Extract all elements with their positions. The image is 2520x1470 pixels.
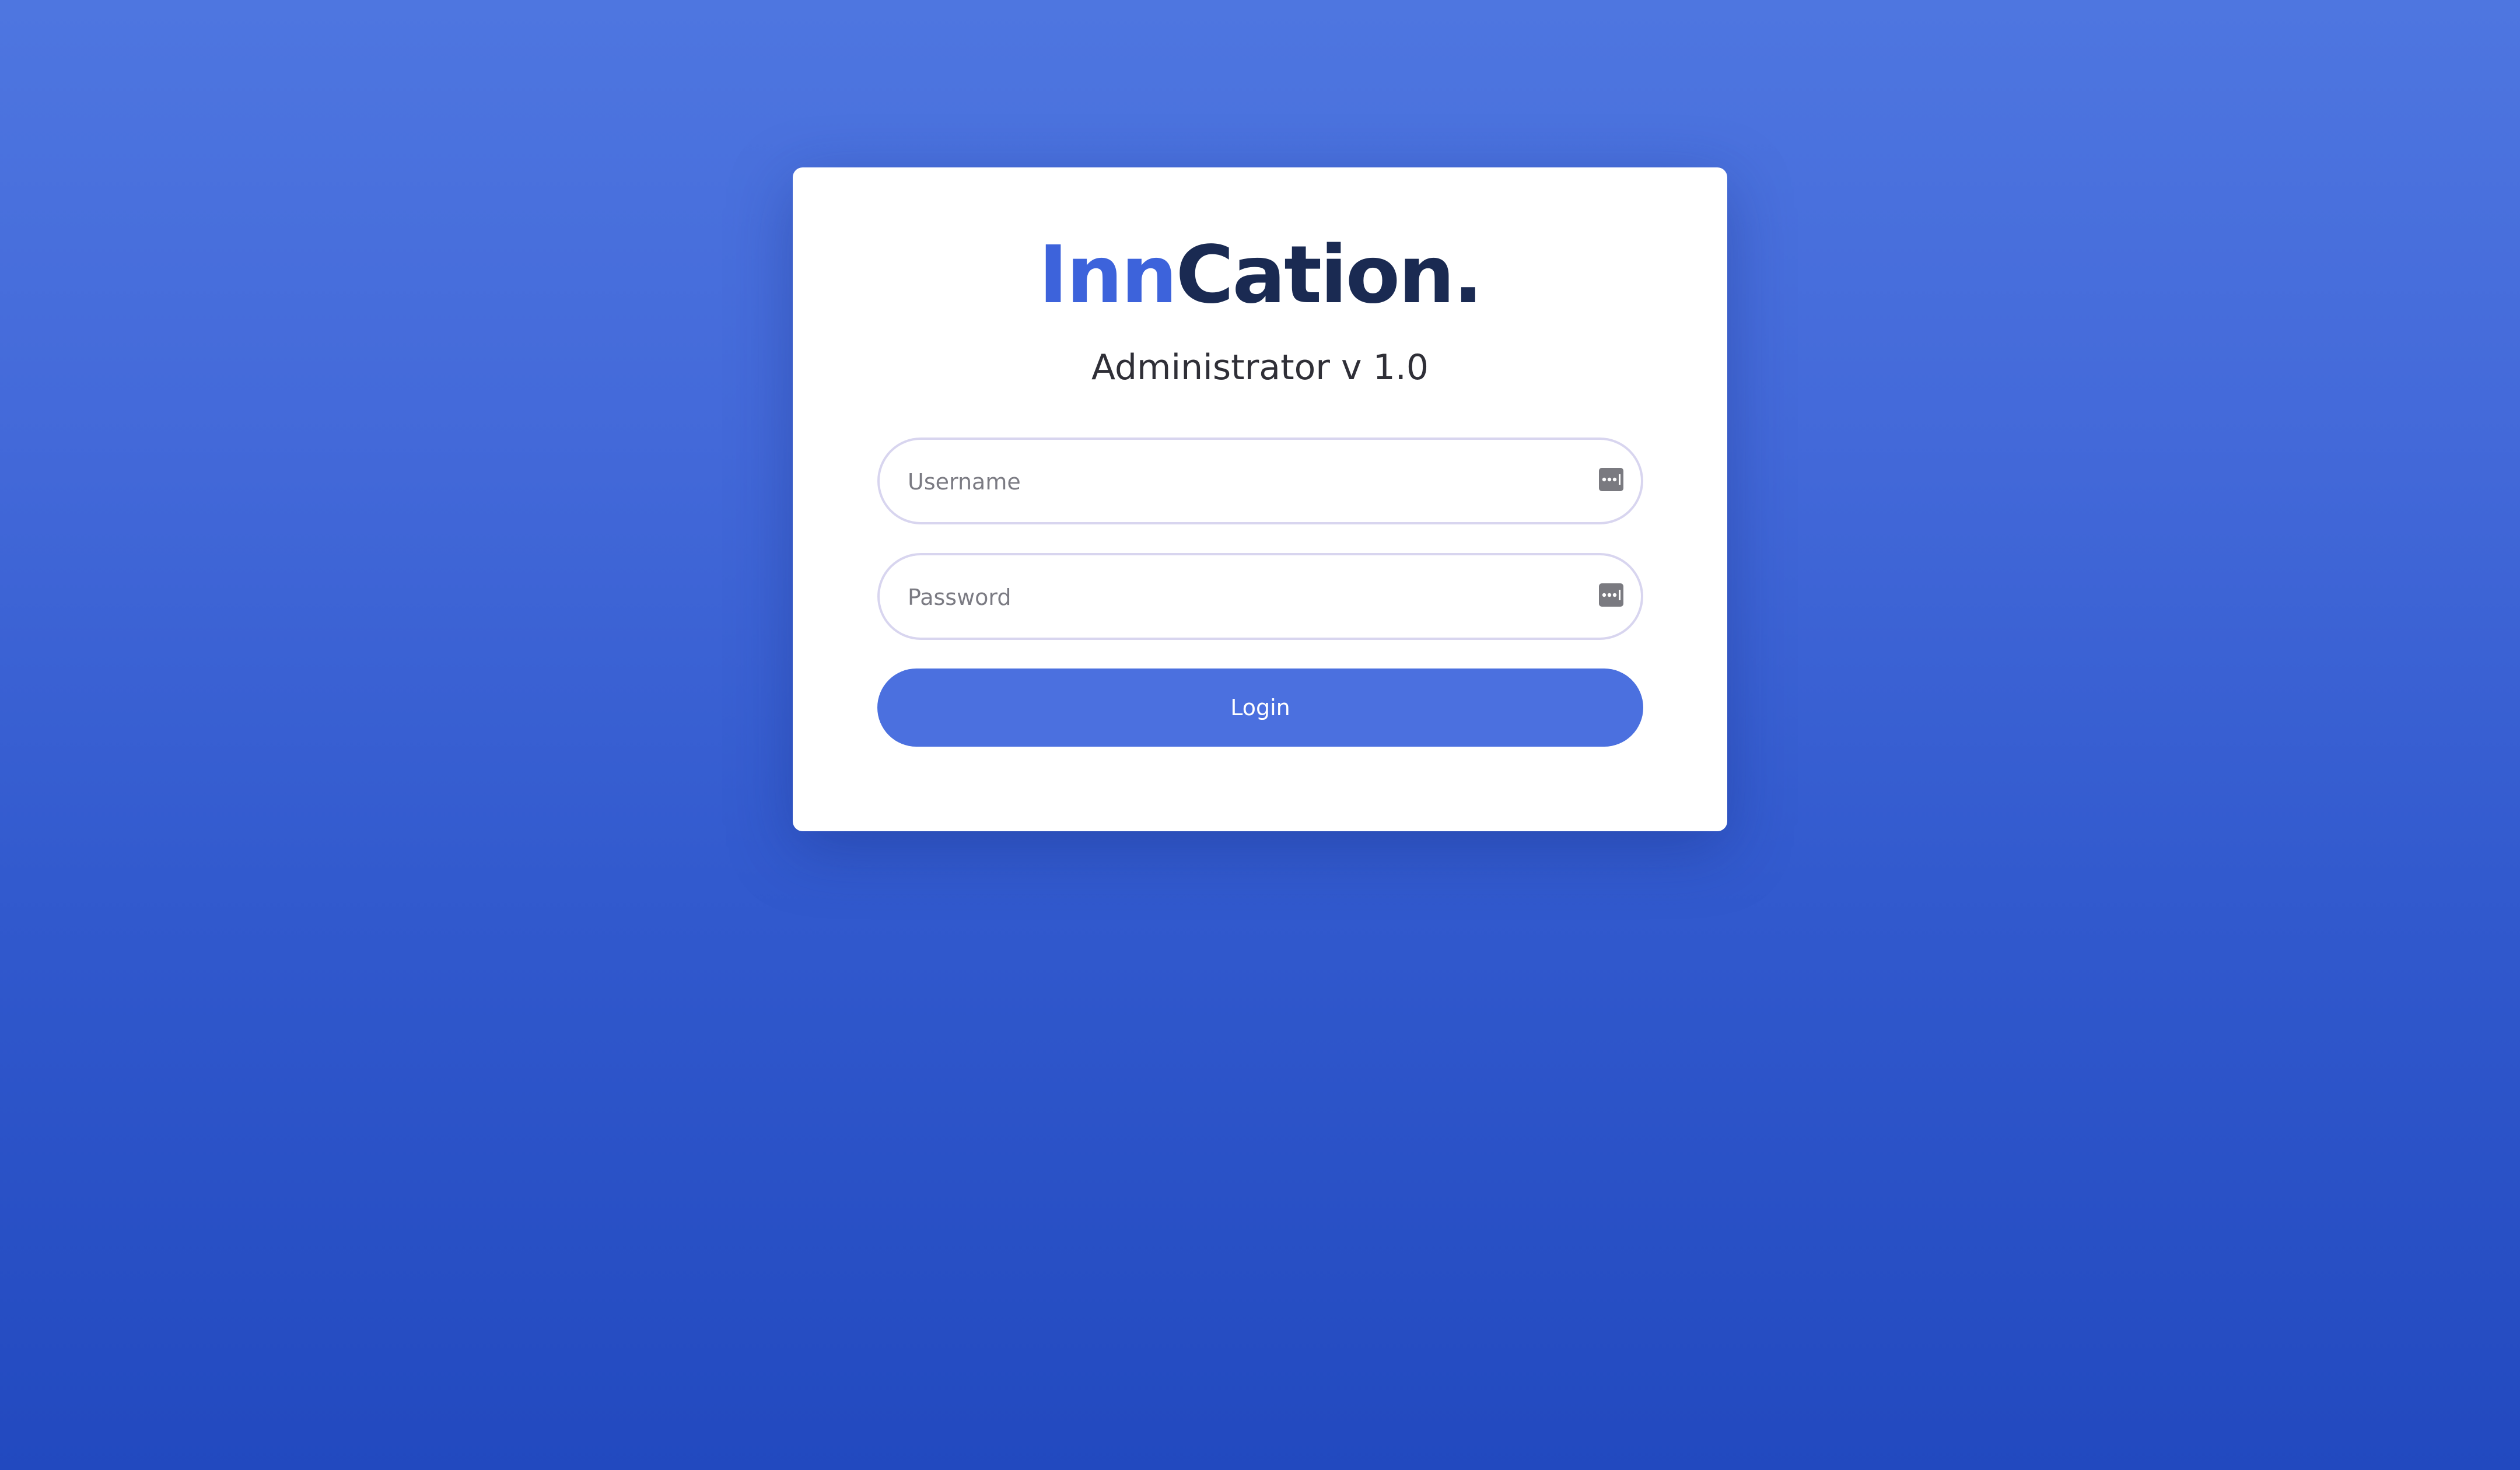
login-card: InnCation. Administrator v 1.0 Login [793,167,1727,831]
username-input[interactable] [907,440,1562,523]
app-subtitle: Administrator v 1.0 [1091,347,1429,388]
logo-part-inn: Inn [1038,229,1177,321]
password-input[interactable] [907,555,1562,639]
password-manager-icon[interactable] [1599,583,1623,607]
logo-part-cation: Cation. [1175,229,1483,321]
password-field[interactable] [877,553,1643,640]
password-manager-icon[interactable] [1599,468,1623,491]
login-page: { "brand": { "logo_part1": "Inn", "logo_… [0,0,2520,1470]
username-field[interactable] [877,438,1643,524]
brand-logo: InnCation. [793,236,1727,315]
login-button[interactable]: Login [877,668,1643,747]
